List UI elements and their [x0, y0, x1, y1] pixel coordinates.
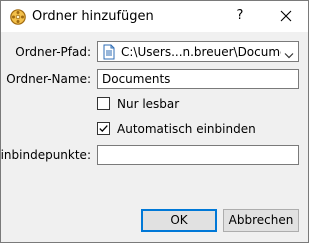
title-bar: Ordner hinzufügen ? [1, 1, 308, 32]
ok-button[interactable]: OK [141, 209, 217, 232]
checkmark-icon [99, 125, 108, 133]
folder-path-combobox[interactable]: C:\Users...n.breuer\Documents [97, 41, 299, 62]
mountpoint-field[interactable] [97, 145, 299, 165]
virtualbox-cube-icon [9, 8, 27, 26]
close-icon [280, 10, 292, 22]
automount-checkbox[interactable] [97, 122, 110, 135]
document-icon [102, 44, 116, 60]
folder-name-field[interactable] [97, 69, 299, 89]
window-title: Ordner hinzufügen [32, 9, 154, 24]
chevron-down-icon[interactable] [284, 48, 294, 59]
readonly-label: Nur lesbar [117, 97, 180, 111]
cancel-button[interactable]: Abbrechen [223, 209, 299, 232]
automount-label: Automatisch einbinden [117, 122, 256, 136]
folder-path-value: C:\Users...n.breuer\Documents [121, 45, 281, 59]
mountpoint-label: Einbindepunkte: [0, 148, 91, 162]
folder-path-label: Ordner-Pfad: [15, 45, 91, 59]
readonly-checkbox[interactable] [97, 97, 110, 110]
help-button[interactable]: ? [229, 4, 251, 28]
close-button[interactable] [275, 4, 297, 28]
folder-name-label: Ordner-Name: [6, 72, 91, 86]
dialog-window: Ordner hinzufügen ? Ordner-Pfad: C:\User… [0, 0, 309, 243]
